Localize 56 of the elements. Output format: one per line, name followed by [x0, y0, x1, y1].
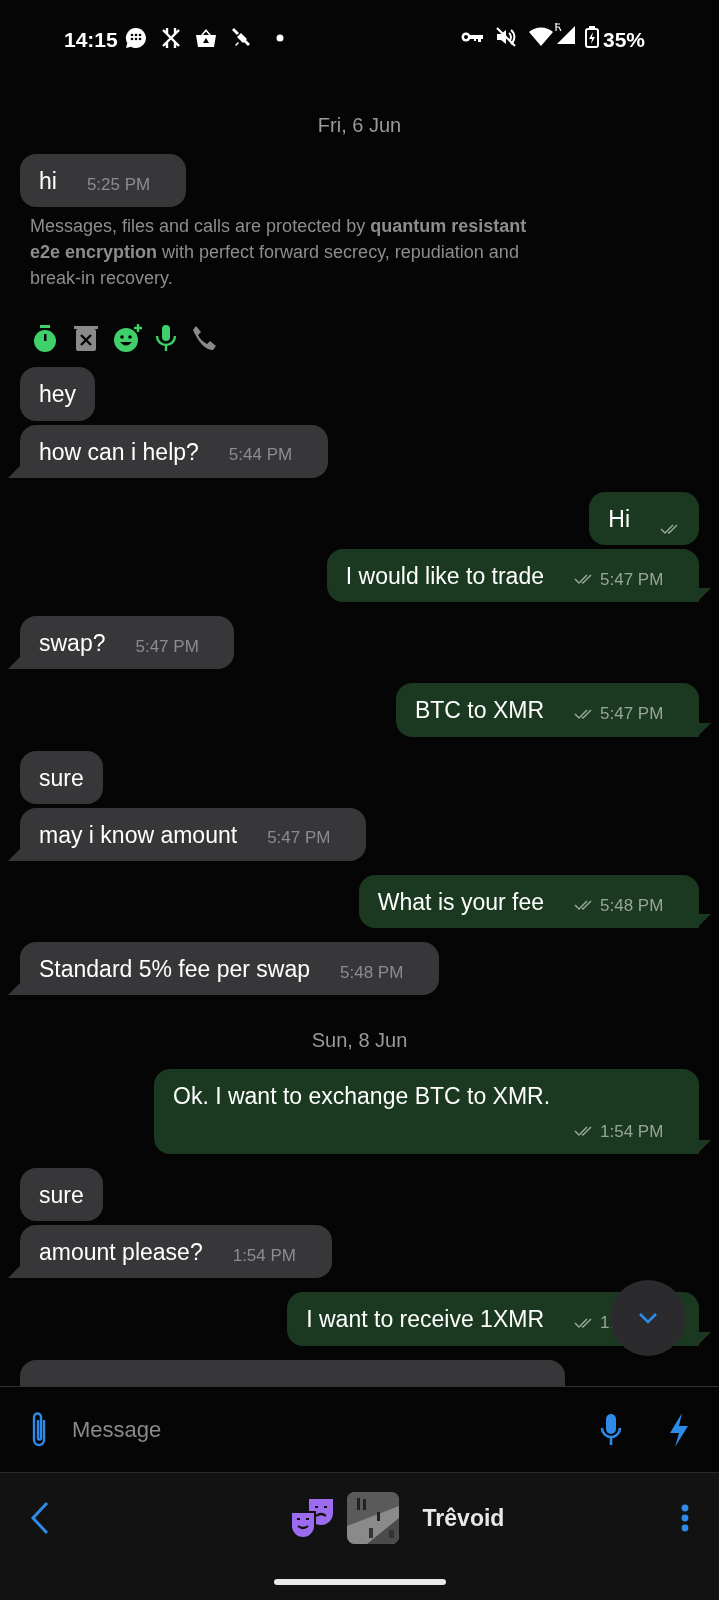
message-time: 5:47 PM: [135, 635, 200, 658]
message-time: 5:47 PM: [600, 568, 665, 591]
sent-message-bubble[interactable]: Hi: [589, 491, 699, 546]
double-check-icon: [574, 1125, 594, 1138]
chevron-down-icon: [638, 1312, 658, 1324]
message-time: 5:48 PM: [340, 961, 405, 984]
message-text: hey: [39, 380, 77, 410]
message-text: hi: [39, 167, 57, 196]
message-text: BTC to XMR: [414, 696, 544, 726]
wifi-icon: [528, 26, 553, 46]
message-time: 5:47 PM: [267, 827, 332, 850]
message-text: I want to receive 1XMR: [306, 1305, 544, 1335]
message-text: may i know amount: [39, 820, 238, 850]
message-time: 5:44 PM: [228, 444, 294, 467]
message-text: Hi: [608, 504, 630, 534]
received-message-bubble[interactable]: sure: [20, 750, 103, 804]
key-icon: [460, 30, 483, 44]
message-time: 5:47 PM: [600, 703, 665, 726]
message-text: What is your fee: [377, 887, 544, 917]
contact-name[interactable]: Trêvoid: [422, 1500, 505, 1536]
received-message-bubble[interactable]: hi 5:25 PM: [20, 154, 186, 208]
lightning-icon[interactable]: [667, 1411, 691, 1448]
message-text: Standard 5% fee per swap: [39, 955, 311, 985]
microphone-icon[interactable]: [599, 1411, 623, 1448]
double-check-icon: [574, 573, 594, 586]
more-options-icon[interactable]: [681, 1504, 689, 1532]
message-text: how can i help?: [39, 437, 199, 467]
message-text: amount please?: [39, 1238, 203, 1268]
double-check-icon: [660, 523, 680, 536]
basket-icon: [193, 27, 218, 49]
message-time: 5:25 PM: [86, 173, 152, 196]
battery-percentage: 35%: [602, 27, 645, 53]
double-check-icon: [574, 707, 594, 720]
muted-speaker-icon: [494, 26, 517, 48]
message-text: I would like to trade: [345, 562, 544, 592]
double-check-icon: [574, 899, 594, 912]
chat-icon: [123, 26, 148, 50]
received-message-bubble[interactable]: hey: [20, 367, 96, 421]
received-message-bubble[interactable]: sure: [20, 1168, 103, 1222]
message-time: 5:48 PM: [600, 894, 665, 917]
double-check-icon: [574, 1316, 594, 1329]
back-icon[interactable]: [30, 1501, 50, 1535]
encryption-notice: Messages, files and calls are protected by quantum resistant e2e encryption with perfect forward secrecy, repudiation and break-in recovery.: [30, 215, 528, 291]
message-text: swap?: [39, 629, 106, 659]
message-text: Ok. I want to exchange BTC to XMR.: [173, 1082, 551, 1112]
message-text: sure: [39, 1181, 84, 1211]
battery-charging-icon: [584, 26, 599, 48]
message-input-field[interactable]: Message: [70, 1412, 579, 1447]
signal-icon: [552, 22, 577, 46]
message-text: sure: [39, 763, 84, 793]
date-separator: Fri, 6 Jun: [316, 113, 403, 138]
date-separator: Sun, 8 Jun: [310, 1028, 409, 1054]
message-time: 1:54 PM: [232, 1244, 297, 1267]
notification-dot-icon: [275, 34, 284, 42]
clock-time: 14:15: [64, 27, 118, 53]
message-time: 1:54 PM: [600, 1120, 665, 1143]
